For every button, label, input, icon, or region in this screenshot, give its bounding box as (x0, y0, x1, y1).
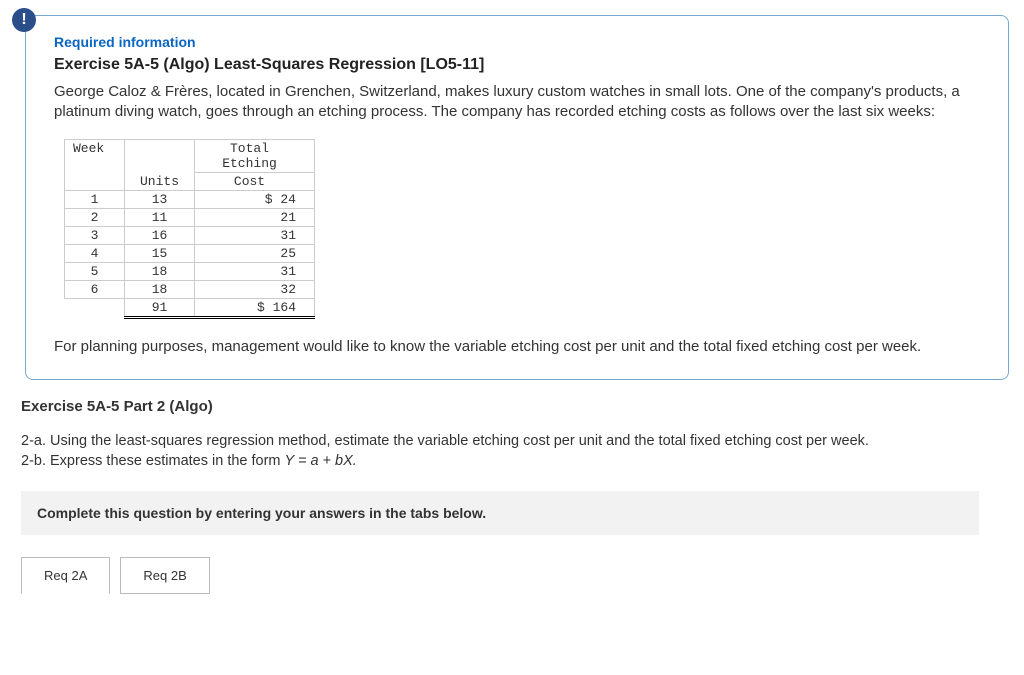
cell-week: 3 (65, 226, 125, 244)
table-row: 6 18 32 (65, 280, 315, 298)
cell-units: 15 (125, 244, 195, 262)
exercise-description: George Caloz & Frères, located in Grench… (54, 82, 980, 123)
cell-units: 16 (125, 226, 195, 244)
cell-cost: 31 (195, 262, 315, 280)
tab-req-2b[interactable]: Req 2B (120, 557, 209, 594)
answer-tabs: Req 2A Req 2B (21, 557, 1009, 594)
cell-units: 13 (125, 190, 195, 208)
cell-units: 11 (125, 208, 195, 226)
table-row: 3 16 31 (65, 226, 315, 244)
table-row: 2 11 21 (65, 208, 315, 226)
table-row: 5 18 31 (65, 262, 315, 280)
question-2b-formula: Y = a + bX. (285, 453, 357, 469)
required-info-heading: Required information (54, 34, 980, 50)
followup-text: For planning purposes, management would … (54, 337, 980, 357)
col-header-units: Units (125, 139, 195, 190)
table-total-row: 91 $ 164 (65, 298, 315, 317)
cell-units: 18 (125, 280, 195, 298)
cell-cost: 32 (195, 280, 315, 298)
exercise-title: Exercise 5A-5 (Algo) Least-Squares Regre… (54, 56, 980, 74)
cell-cost: 25 (195, 244, 315, 262)
table-row: 1 13 $ 24 (65, 190, 315, 208)
table-row: 4 15 25 (65, 244, 315, 262)
alert-icon: ! (12, 8, 36, 32)
cell-week: 1 (65, 190, 125, 208)
cell-cost: 31 (195, 226, 315, 244)
question-2a: 2-a. Using the least-squares regression … (21, 433, 869, 449)
cell-week: 2 (65, 208, 125, 226)
col-header-cost-line1: Total Etching (195, 139, 315, 172)
cell-week: 4 (65, 244, 125, 262)
cell-units-total: 91 (125, 298, 195, 317)
cell-cost: $ 24 (195, 190, 315, 208)
question-text: 2-a. Using the least-squares regression … (21, 431, 1009, 472)
cell-cost: 21 (195, 208, 315, 226)
cell-week: 6 (65, 280, 125, 298)
col-header-week: Week (65, 139, 125, 190)
tab-req-2a[interactable]: Req 2A (21, 557, 110, 594)
question-2b-prefix: 2-b. Express these estimates in the form (21, 453, 285, 469)
etching-cost-table: Week Units Total Etching Cost 1 13 $ 24 … (64, 139, 315, 319)
cell-week: 5 (65, 262, 125, 280)
col-header-cost-line2: Cost (195, 172, 315, 190)
cell-units: 18 (125, 262, 195, 280)
cell-cost-total: $ 164 (195, 298, 315, 317)
part2-title: Exercise 5A-5 Part 2 (Algo) (21, 398, 1009, 415)
required-info-box: Required information Exercise 5A-5 (Algo… (25, 15, 1009, 380)
instruction-bar: Complete this question by entering your … (21, 491, 979, 535)
